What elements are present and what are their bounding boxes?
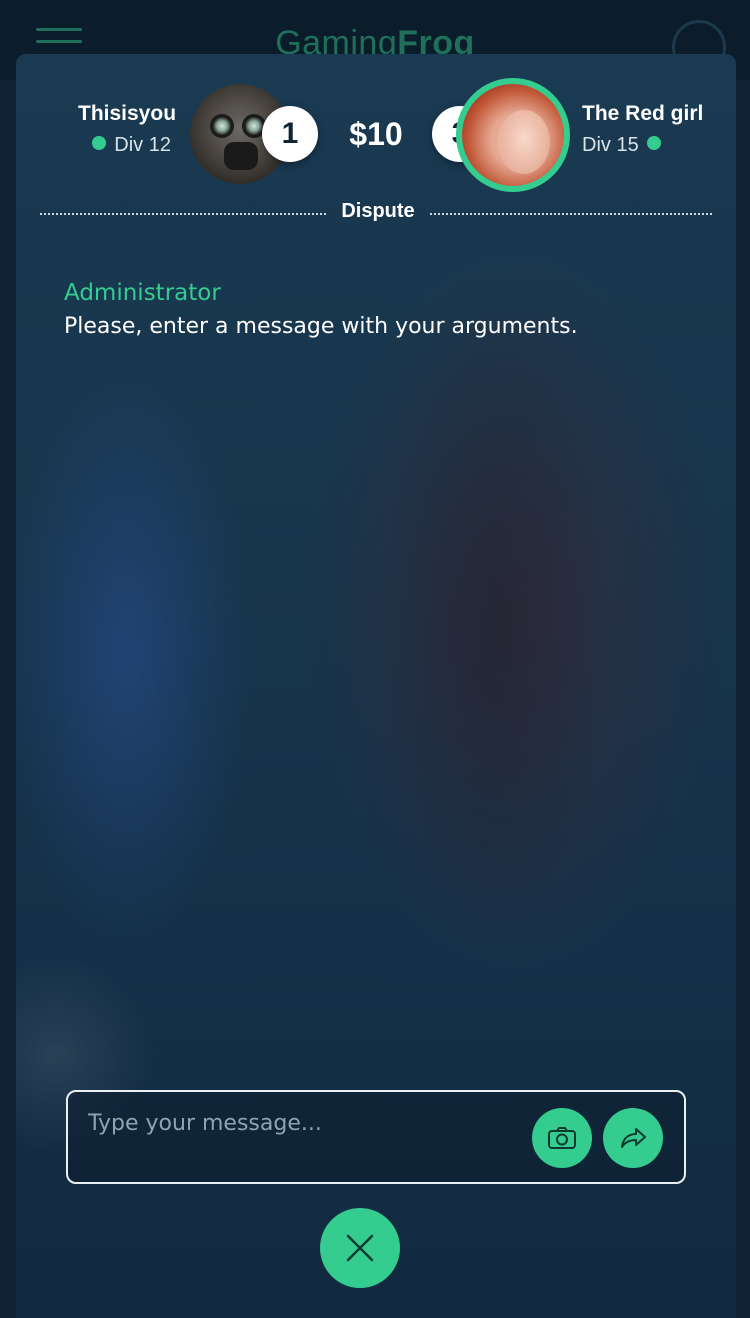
player-right-name: The Red girl xyxy=(582,102,704,125)
player-left-info: Thisisyou Div 12 xyxy=(78,102,177,157)
dispute-label: Dispute xyxy=(341,200,415,222)
match-stake: $10 xyxy=(349,116,403,152)
online-status-dot xyxy=(92,136,107,150)
divider-line-left xyxy=(40,213,326,215)
player-left-name: Thisisyou xyxy=(78,102,177,125)
send-button[interactable] xyxy=(603,1108,663,1168)
player-left-rank-badge: 1 xyxy=(262,106,318,162)
close-button[interactable] xyxy=(320,1208,400,1288)
divider-line-right xyxy=(430,213,712,215)
player-left-division-label: Div 12 xyxy=(114,134,171,156)
goggle-lens-left xyxy=(210,114,234,138)
attach-photo-button[interactable] xyxy=(532,1108,592,1168)
chat-message: Administrator Please, enter a message wi… xyxy=(64,280,684,339)
message-text: Please, enter a message with your argume… xyxy=(64,314,578,339)
close-icon xyxy=(346,1234,374,1262)
dispute-divider: Dispute xyxy=(40,200,712,228)
player-right-info: The Red girl Div 15 xyxy=(582,102,722,157)
avatar-face xyxy=(498,110,550,174)
dispute-modal: Thisisyou Div 12 1 $10 3 The Red girl Di… xyxy=(16,54,736,1318)
message-author: Administrator xyxy=(64,280,221,306)
online-status-dot xyxy=(646,136,661,150)
message-input[interactable] xyxy=(88,1108,508,1138)
gas-mask xyxy=(224,142,258,170)
background-photo xyxy=(346,224,666,1124)
message-composer xyxy=(66,1090,686,1184)
player-left-division: Div 12 xyxy=(78,134,171,157)
player-right-avatar[interactable] xyxy=(456,78,570,192)
player-right-division-label: Div 15 xyxy=(582,134,639,156)
camera-icon xyxy=(548,1127,576,1149)
share-arrow-icon xyxy=(621,1128,646,1148)
player-right-division: Div 15 xyxy=(582,134,722,157)
